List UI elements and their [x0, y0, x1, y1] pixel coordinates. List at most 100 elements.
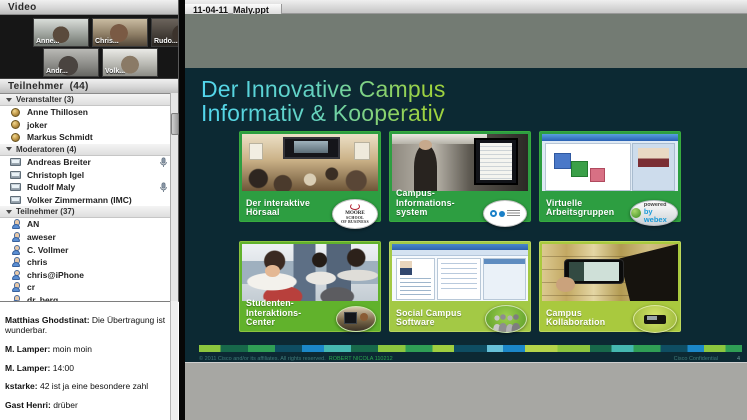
attendee-icon — [10, 244, 21, 255]
video-panel-shape — [632, 143, 676, 191]
workstation-photo-badge — [336, 306, 376, 332]
video-participant-name: Anne... — [36, 38, 60, 45]
microphone-icon[interactable] — [159, 182, 168, 193]
participant-row[interactable]: Andreas Breiter — [0, 155, 178, 169]
partner-logo — [483, 200, 527, 227]
host-icon — [10, 132, 21, 142]
group-label: Teilnehmer (37) — [16, 207, 75, 217]
participant-row[interactable]: Christoph Igel — [0, 168, 178, 181]
agents-shapes — [242, 244, 378, 301]
participants-panel-header[interactable]: Teilnehmer (44) — [0, 79, 178, 94]
tile-grid: Der interaktive Hörsaal MOORE SCHOOL OF … — [239, 131, 681, 333]
participant-row[interactable]: chris — [0, 255, 178, 269]
slide-color-strip — [199, 345, 742, 352]
video-participant-name: Rudo... — [154, 38, 178, 45]
video-panel-header[interactable]: Video — [0, 0, 178, 15]
participant-row[interactable]: Rudolf Maly — [0, 180, 178, 194]
chat-sender: M. Lamper — [5, 344, 53, 354]
participant-name: Volker Zimmermann (IMC) — [27, 194, 132, 205]
participant-name: C. Vollmer — [27, 244, 69, 255]
video-thumbnail[interactable]: Andr... — [43, 48, 99, 77]
group-label: Veranstalter (3) — [16, 95, 74, 104]
chat-message: M. Lamper14:00 — [5, 363, 167, 373]
participant-row[interactable]: Anne Thillosen — [0, 106, 178, 119]
window-titlebar-shape — [542, 134, 678, 142]
chat-sender: Gast Henri — [5, 400, 53, 410]
video-thumbnail[interactable]: Rudo... — [151, 18, 178, 47]
hand-shape — [555, 277, 575, 292]
tile-studenten-interaktions-center: Studenten- Interaktions- Center — [239, 241, 381, 332]
person-shape — [413, 139, 437, 191]
participant-row[interactable]: joker — [0, 118, 178, 132]
participants-scrollbar[interactable] — [170, 93, 179, 301]
tile-label: Der interaktive Hörsaal — [246, 197, 311, 218]
participant-name: cr — [27, 282, 36, 293]
slide-title-line2: Informativ & Kooperativ — [201, 99, 445, 126]
moderator-icon — [10, 195, 21, 205]
people-silhouettes-icon — [493, 314, 521, 332]
participant-name: Christoph Igel — [27, 169, 85, 180]
video-participant-name: Chris... — [95, 38, 119, 45]
scrollbar-thumb[interactable] — [171, 113, 179, 135]
participants-panel-title: Teilnehmer — [8, 80, 64, 92]
chat-message: kstarke42 ist ja eine besondere zahl — [5, 381, 167, 391]
slide-title: Der Innovative Campus Informativ & Koope… — [201, 78, 446, 125]
chat-text: 42 ist ja eine besondere zahl — [39, 381, 149, 392]
tile-photo-webex-session — [542, 134, 678, 191]
tile-campus-informationssystem: Campus- Informations- system — [389, 131, 531, 227]
participants-list: Veranstalter (3) Anne Thillosen joker Ma… — [0, 94, 178, 302]
participant-group-veranstalter[interactable]: Veranstalter (3) — [0, 94, 178, 106]
collapse-arrow-icon — [6, 147, 12, 152]
video-thumbnail[interactable]: Anne... — [33, 18, 89, 47]
document-tab-bar: 11-04-11_Maly.ppt — [185, 0, 747, 17]
attendee-icon — [10, 257, 21, 268]
community-badge — [485, 305, 527, 333]
profile-column-shape — [396, 257, 435, 300]
webex-ball-icon — [631, 208, 641, 218]
chat-text: moin moin — [52, 343, 92, 354]
microphone-icon[interactable] — [159, 157, 168, 168]
attendee-icon — [10, 232, 21, 243]
video-panel-title: Video — [8, 1, 37, 13]
presentation-canvas: Der Innovative Campus Informativ & Koope… — [185, 14, 747, 420]
participant-row[interactable]: aweser — [0, 230, 178, 244]
attendee-icon — [10, 219, 21, 230]
tile-label: Social Campus Software — [396, 307, 462, 328]
moderator-icon — [10, 170, 21, 180]
person-head-shape — [359, 313, 369, 322]
tile-photo-digital-signage — [392, 134, 528, 191]
powered-by-webex-logo: powered by webex — [630, 200, 678, 226]
collapse-arrow-icon — [6, 209, 12, 214]
attendee-icon — [10, 269, 21, 280]
participant-row[interactable]: Volker Zimmermann (IMC) — [0, 193, 178, 207]
tile-label: Campus Kollaboration — [546, 307, 606, 328]
chat-text: drüber — [53, 400, 78, 411]
participant-group-moderatoren[interactable]: Moderatoren (4) — [0, 143, 178, 156]
tile-campus-kollaboration: Campus Kollaboration — [539, 241, 681, 333]
participant-name: chris@iPhone — [27, 269, 84, 280]
navigation-bar-shape — [392, 250, 528, 256]
chat-text: 14:00 — [52, 362, 74, 373]
video-thumbnail[interactable]: Chris... — [92, 18, 148, 47]
sidebar: Video Anne... Chris... Rudo... Andr... V… — [0, 0, 179, 420]
document-shape — [589, 167, 606, 182]
collapse-arrow-icon — [6, 97, 12, 102]
participant-group-teilnehmer[interactable]: Teilnehmer (37) — [0, 206, 178, 219]
attendee-icon — [10, 282, 21, 293]
participant-row[interactable]: Markus Schmidt — [0, 131, 178, 144]
webex-meeting-window: Video Anne... Chris... Rudo... Andr... V… — [0, 0, 747, 420]
tile-label: Campus- Informations- system — [396, 187, 455, 218]
logo-dot-icon — [499, 210, 505, 217]
tile-interaktiver-hoersaal: Der interaktive Hörsaal MOORE SCHOOL OF … — [239, 131, 381, 229]
tile-virtuelle-arbeitsgruppen: Virtuelle Arbeitsgruppen powered by webe… — [539, 131, 681, 226]
participant-row[interactable]: chris@iPhone — [0, 268, 178, 282]
slide-title-line1: Der Innovative Campus — [201, 76, 446, 102]
participant-row[interactable]: cr — [0, 281, 178, 294]
participant-row[interactable]: C. Vollmer — [0, 243, 178, 256]
participant-name: AN — [27, 219, 40, 230]
moore-school-logo: MOORE SCHOOL OF BUSINESS — [332, 199, 378, 229]
video-thumbnail[interactable]: Volk... — [102, 48, 158, 77]
video-thumbnail-grid: Anne... Chris... Rudo... Andr... Volk... — [0, 15, 178, 79]
participant-row[interactable]: AN — [0, 218, 178, 231]
chat-scrollbar[interactable] — [170, 301, 178, 420]
